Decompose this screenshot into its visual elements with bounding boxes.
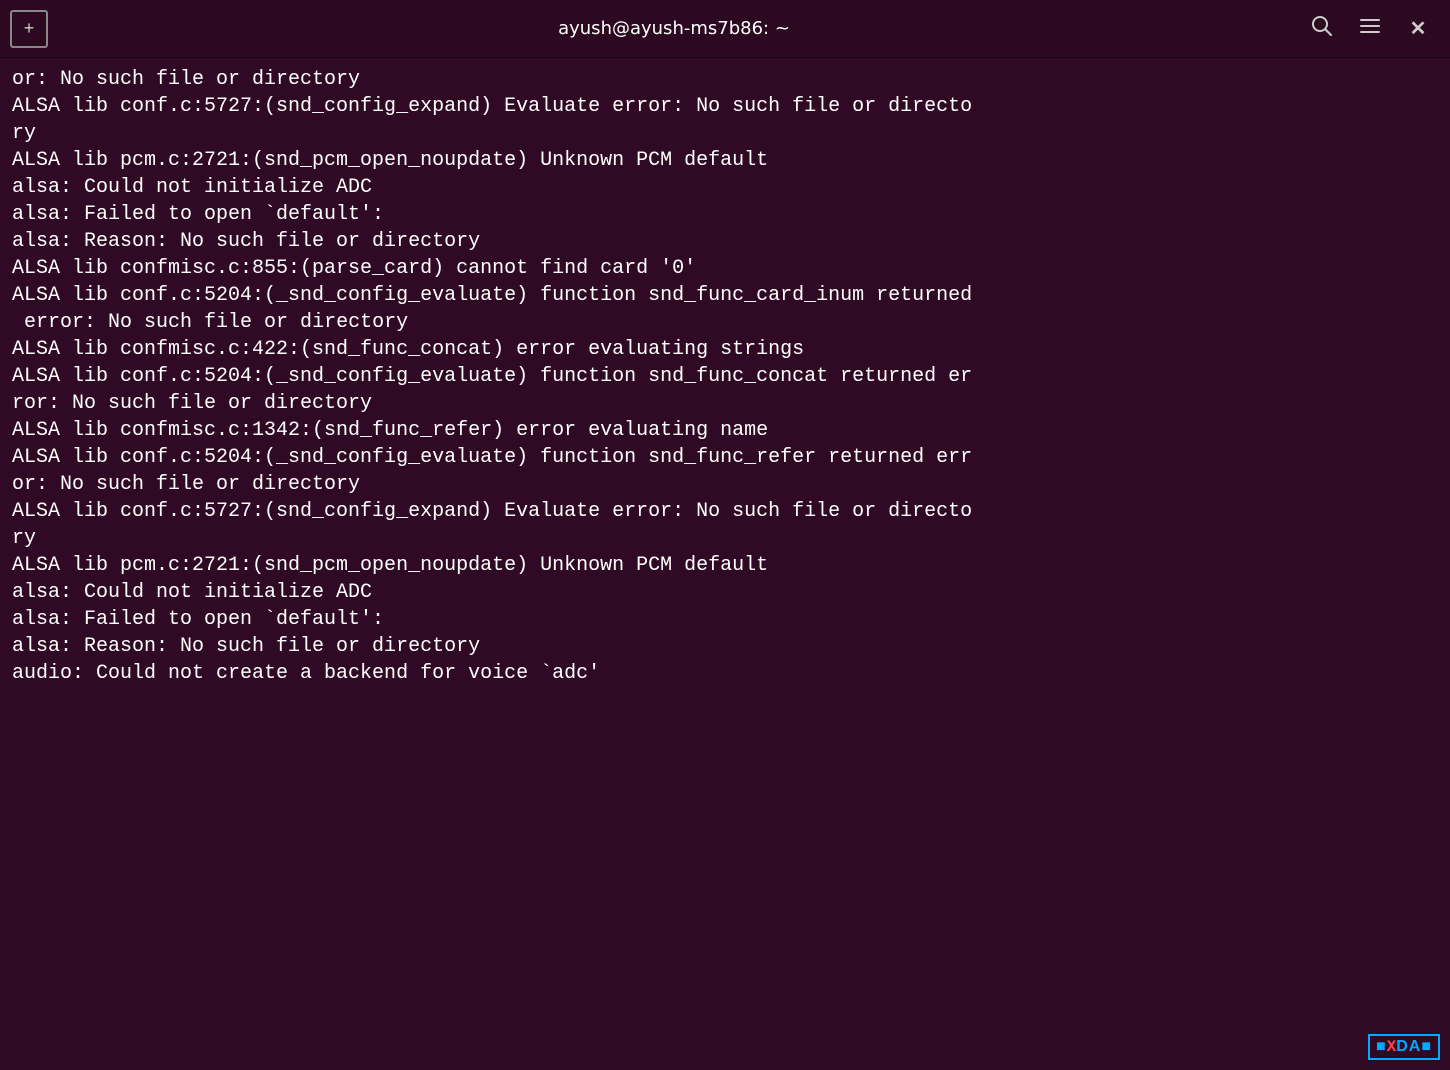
close-icon: ✕	[1410, 16, 1427, 41]
new-tab-icon: +	[24, 18, 35, 39]
titlebar-right: ✕	[1300, 7, 1440, 51]
watermark-square: ■	[1421, 1038, 1432, 1056]
terminal-output: or: No such file or directory ALSA lib c…	[0, 58, 1450, 1070]
watermark-left: ■	[1376, 1038, 1387, 1056]
watermark-box: ■ X DA ■	[1368, 1034, 1440, 1060]
watermark-right: DA	[1396, 1038, 1421, 1056]
watermark-x: X	[1387, 1038, 1397, 1056]
terminal-window: + ayush@ayush-ms7b86: ~	[0, 0, 1450, 1070]
search-icon	[1311, 15, 1333, 43]
search-button[interactable]	[1300, 7, 1344, 51]
window-title: ayush@ayush-ms7b86: ~	[48, 18, 1300, 39]
titlebar-left: +	[10, 10, 48, 48]
hamburger-icon	[1359, 15, 1381, 43]
titlebar: + ayush@ayush-ms7b86: ~	[0, 0, 1450, 58]
close-button[interactable]: ✕	[1396, 7, 1440, 51]
watermark: ■ X DA ■	[1368, 1034, 1440, 1060]
new-tab-button[interactable]: +	[10, 10, 48, 48]
menu-button[interactable]	[1348, 7, 1392, 51]
